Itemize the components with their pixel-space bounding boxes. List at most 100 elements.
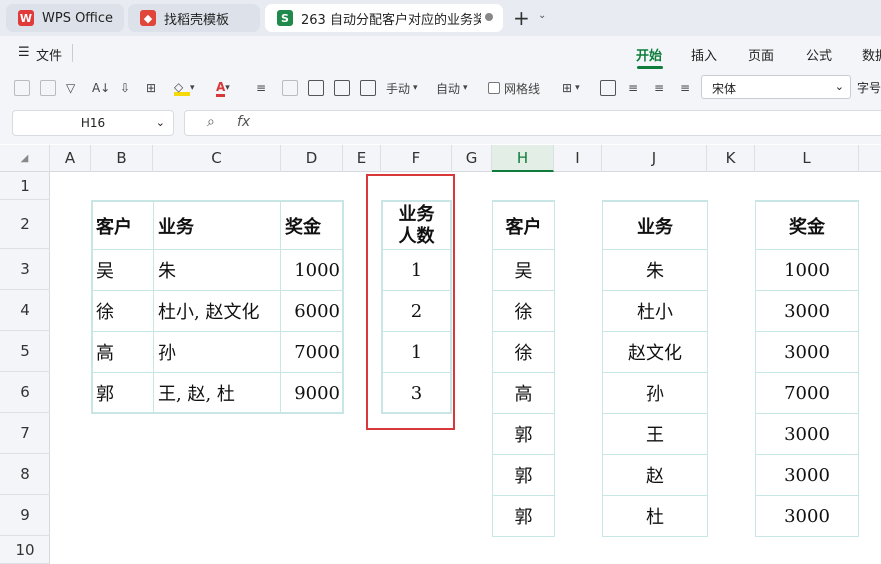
column-header-a[interactable]: A bbox=[50, 145, 91, 172]
table3-cell[interactable]: 赵文化 bbox=[603, 332, 707, 372]
table3-cell[interactable]: 徐 bbox=[493, 332, 554, 372]
table3-cell[interactable]: 吴 bbox=[493, 250, 554, 290]
row-header-2[interactable]: 2 bbox=[0, 200, 50, 249]
font-color-icon[interactable]: A ▾ bbox=[216, 78, 230, 98]
table1-cell[interactable]: 郭 bbox=[96, 373, 152, 413]
fill-color-icon[interactable]: ◇ ▾ bbox=[174, 78, 195, 98]
paste-icon[interactable] bbox=[14, 78, 30, 98]
table1-cell[interactable]: 徐 bbox=[96, 291, 152, 331]
column-header-h[interactable]: H bbox=[492, 145, 554, 172]
table3-cell[interactable]: 孙 bbox=[603, 373, 707, 413]
table1-cell[interactable]: 9000 bbox=[282, 373, 340, 413]
filter-icon[interactable]: ▽ bbox=[66, 78, 75, 98]
table3-cell[interactable]: 1000 bbox=[756, 250, 858, 290]
table3-header-customer[interactable]: 客户 bbox=[493, 202, 554, 249]
align-center-icon[interactable]: ≡ bbox=[654, 78, 664, 98]
row-header-8[interactable]: 8 bbox=[0, 454, 50, 495]
menu-data[interactable]: 数据 bbox=[862, 45, 881, 64]
table3-cell[interactable]: 徐 bbox=[493, 291, 554, 331]
column-header-l[interactable]: L bbox=[755, 145, 859, 172]
menu-home[interactable]: 开始 bbox=[636, 45, 662, 64]
menu-insert[interactable]: 插入 bbox=[691, 45, 717, 64]
table3-cell[interactable]: 7000 bbox=[756, 373, 858, 413]
table1-cell[interactable]: 朱 bbox=[158, 250, 278, 290]
table3-cell[interactable]: 杜小 bbox=[603, 291, 707, 331]
table3-cell[interactable]: 赵 bbox=[603, 455, 707, 495]
new-tab-button[interactable]: + bbox=[513, 6, 530, 30]
clear-format-icon[interactable] bbox=[600, 78, 616, 98]
column-header-d[interactable]: D bbox=[281, 145, 343, 172]
table3-cell[interactable]: 3000 bbox=[756, 496, 858, 536]
row-header-7[interactable]: 7 bbox=[0, 413, 50, 454]
column-header-k[interactable]: K bbox=[707, 145, 755, 172]
formula-input[interactable]: ⌕ fx bbox=[184, 110, 881, 136]
select-all-corner[interactable]: ◢ bbox=[0, 145, 50, 172]
table1-cell[interactable]: 6000 bbox=[282, 291, 340, 331]
sort-descending-icon[interactable]: ⇩ bbox=[120, 78, 130, 98]
tab-wps-office[interactable]: W WPS Office bbox=[6, 4, 124, 32]
hamburger-icon[interactable]: ☰ bbox=[18, 45, 30, 60]
column-header-g[interactable]: G bbox=[452, 145, 492, 172]
menu-file[interactable]: 文件 bbox=[36, 45, 62, 64]
merge-icon[interactable] bbox=[282, 78, 298, 98]
row-header-10[interactable]: 10 bbox=[0, 536, 50, 564]
sort-ascending-icon[interactable]: A↓ bbox=[92, 78, 110, 98]
gridlines-checkbox[interactable]: 网格线 bbox=[488, 78, 540, 98]
table1-cell[interactable]: 吴 bbox=[96, 250, 152, 290]
table3-header-business[interactable]: 业务 bbox=[603, 202, 707, 249]
table1-cell[interactable]: 1000 bbox=[282, 250, 340, 290]
row-header-5[interactable]: 5 bbox=[0, 331, 50, 372]
freeze-icon[interactable] bbox=[360, 78, 376, 98]
row-header-6[interactable]: 6 bbox=[0, 372, 50, 413]
menu-formula[interactable]: 公式 bbox=[806, 45, 832, 64]
column-header-b[interactable]: B bbox=[91, 145, 153, 172]
row-header-9[interactable]: 9 bbox=[0, 495, 50, 536]
table3-header-bonus[interactable]: 奖金 bbox=[756, 202, 858, 249]
table1-cell[interactable]: 王, 赵, 杜 bbox=[158, 373, 278, 413]
table3-cell[interactable]: 王 bbox=[603, 414, 707, 454]
table1-header-customer[interactable]: 客户 bbox=[96, 202, 152, 249]
calc-manual-dropdown[interactable]: 手动 ▾ bbox=[386, 78, 418, 98]
table1-cell[interactable]: 7000 bbox=[282, 332, 340, 372]
format-painter-icon[interactable] bbox=[40, 78, 56, 98]
fx-icon[interactable]: fx bbox=[237, 114, 250, 130]
chevron-down-icon[interactable]: ⌄ bbox=[538, 10, 546, 21]
name-box[interactable]: H16 ⌄ bbox=[12, 110, 174, 136]
font-size-label[interactable]: 字号 bbox=[857, 79, 881, 96]
table-style-icon[interactable] bbox=[308, 78, 324, 98]
row-header-3[interactable]: 3 bbox=[0, 249, 50, 290]
align-right-icon[interactable]: ≡ bbox=[680, 78, 690, 98]
table3-cell[interactable]: 3000 bbox=[756, 291, 858, 331]
font-family-select[interactable]: 宋体 ⌄ bbox=[701, 75, 851, 99]
calc-auto-dropdown[interactable]: 自动 ▾ bbox=[436, 78, 468, 98]
table3-cell[interactable]: 3000 bbox=[756, 414, 858, 454]
column-header-j[interactable]: J bbox=[602, 145, 707, 172]
table3-cell[interactable]: 3000 bbox=[756, 455, 858, 495]
table1-header-bonus[interactable]: 奖金 bbox=[285, 202, 341, 249]
table3-cell[interactable]: 杜 bbox=[603, 496, 707, 536]
table3-cell[interactable]: 3000 bbox=[756, 332, 858, 372]
menu-page[interactable]: 页面 bbox=[748, 45, 774, 64]
table3-cell[interactable]: 郭 bbox=[493, 455, 554, 495]
conditional-format-icon[interactable] bbox=[334, 78, 350, 98]
row-header-1[interactable]: 1 bbox=[0, 172, 50, 200]
table3-cell[interactable]: 朱 bbox=[603, 250, 707, 290]
column-header-c[interactable]: C bbox=[153, 145, 281, 172]
align-left-icon[interactable]: ≡ bbox=[628, 78, 638, 98]
table3-cell[interactable]: 郭 bbox=[493, 414, 554, 454]
row-header-4[interactable]: 4 bbox=[0, 290, 50, 331]
table1-cell[interactable]: 高 bbox=[96, 332, 152, 372]
cell-border-dropdown[interactable]: ⊞ ▾ bbox=[562, 78, 580, 98]
table3-cell[interactable]: 高 bbox=[493, 373, 554, 413]
table3-cell[interactable]: 郭 bbox=[493, 496, 554, 536]
column-header-i[interactable]: I bbox=[554, 145, 602, 172]
tab-daoke-template[interactable]: ◆ 找稻壳模板 bbox=[128, 4, 260, 32]
column-header-e[interactable]: E bbox=[343, 145, 381, 172]
column-header-f[interactable]: F bbox=[381, 145, 452, 172]
table1-cell[interactable]: 杜小, 赵文化 bbox=[158, 291, 278, 331]
border-grid-icon[interactable]: ⊞ bbox=[146, 78, 156, 98]
zoom-icon[interactable]: ⌕ bbox=[207, 114, 215, 130]
table1-cell[interactable]: 孙 bbox=[158, 332, 278, 372]
wrap-icon[interactable]: ≡ bbox=[256, 78, 266, 98]
tab-spreadsheet[interactable]: S 263 自动分配客户对应的业务奖金 bbox=[265, 4, 503, 32]
